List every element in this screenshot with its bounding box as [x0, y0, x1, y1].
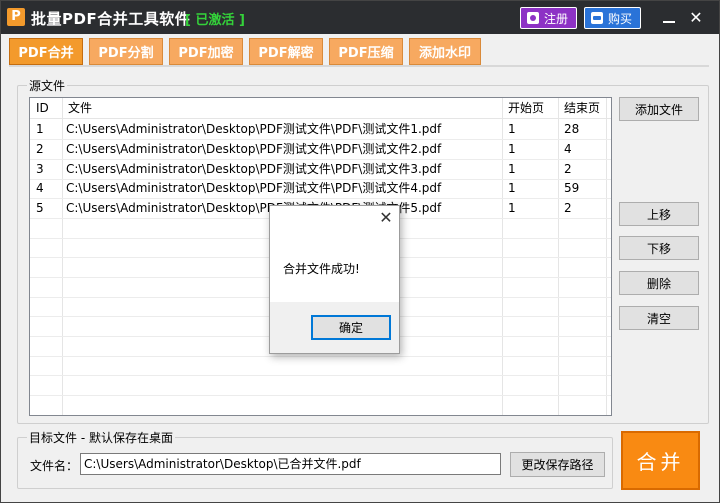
tab-pdf-encrypt[interactable]: PDF加密 — [169, 38, 243, 65]
app-title: 批量PDF合并工具软件 — [31, 10, 191, 28]
buy-button[interactable]: 购买 — [584, 7, 641, 29]
change-save-path-button[interactable]: 更改保存路径 — [510, 452, 605, 477]
row-end-page[interactable]: 2 — [564, 160, 572, 180]
filename-label: 文件名： — [30, 459, 79, 473]
dialog-ok-button[interactable]: 确定 — [311, 315, 391, 340]
row-start-page[interactable]: 1 — [508, 179, 516, 199]
row-id: 4 — [36, 181, 44, 195]
register-label: 注册 — [544, 11, 569, 26]
source-group-label: 源文件 — [27, 77, 68, 94]
app-logo-icon: P — [7, 8, 25, 26]
clear-button[interactable]: 清空 — [619, 306, 699, 330]
row-id: 2 — [36, 142, 44, 156]
row-start-page[interactable]: 1 — [508, 140, 516, 160]
buy-label: 购买 — [608, 11, 633, 26]
row-id: 1 — [36, 122, 44, 136]
target-group-label: 目标文件 - 默认保存在桌面 — [27, 429, 175, 446]
tab-underline — [9, 65, 709, 67]
row-id: 5 — [36, 201, 44, 215]
delete-button[interactable]: 删除 — [619, 271, 699, 295]
column-header-file[interactable]: 文件 — [68, 99, 92, 119]
row-start-page[interactable]: 1 — [508, 160, 516, 180]
tab-pdf-split[interactable]: PDF分割 — [89, 38, 163, 65]
row-file-path: C:\Users\Administrator\Desktop\PDF测试文件\P… — [66, 122, 442, 136]
title-bar: P 批量PDF合并工具软件 [ 已激活 ] 注册 购买 ✕ — [1, 1, 719, 34]
merge-button[interactable]: 合并 — [621, 431, 700, 490]
column-header-id[interactable]: ID — [36, 99, 49, 119]
row-end-page[interactable]: 2 — [564, 199, 572, 219]
move-up-button[interactable]: 上移 — [619, 202, 699, 226]
minimize-button[interactable] — [660, 9, 678, 27]
table-header: ID 文件 开始页 结束页 — [30, 98, 611, 119]
activation-status: [ 已激活 ] — [185, 13, 245, 28]
tab-pdf-compress[interactable]: PDF压缩 — [329, 38, 403, 65]
app-window: P 批量PDF合并工具软件 [ 已激活 ] 注册 购买 ✕ PDF合并 PDF分… — [0, 0, 720, 503]
row-end-page[interactable]: 59 — [564, 179, 579, 199]
tab-add-watermark[interactable]: 添加水印 — [409, 38, 481, 65]
tab-bar: PDF合并 PDF分割 PDF加密 PDF解密 PDF压缩 添加水印 — [9, 38, 481, 65]
row-start-page[interactable]: 1 — [508, 199, 516, 219]
register-icon — [527, 12, 539, 24]
column-header-end-page[interactable]: 结束页 — [564, 99, 600, 119]
column-header-start-page[interactable]: 开始页 — [508, 99, 544, 119]
row-end-page[interactable]: 28 — [564, 120, 579, 140]
row-start-page[interactable]: 1 — [508, 120, 516, 140]
row-divider — [30, 356, 611, 357]
row-divider — [30, 375, 611, 376]
close-icon: ✕ — [689, 8, 703, 27]
tab-pdf-decrypt[interactable]: PDF解密 — [249, 38, 323, 65]
row-id: 3 — [36, 162, 44, 176]
tab-pdf-merge[interactable]: PDF合并 — [9, 38, 83, 65]
success-dialog: ✕ 合并文件成功! 确定 — [269, 205, 400, 354]
row-file-path: C:\Users\Administrator\Desktop\PDF测试文件\P… — [66, 181, 442, 195]
dialog-close-icon[interactable]: ✕ — [378, 210, 394, 226]
close-button[interactable]: ✕ — [687, 9, 705, 27]
row-end-page[interactable]: 4 — [564, 140, 572, 160]
move-down-button[interactable]: 下移 — [619, 236, 699, 260]
cart-icon — [591, 12, 603, 24]
row-file-path: C:\Users\Administrator\Desktop\PDF测试文件\P… — [66, 162, 442, 176]
add-file-button[interactable]: 添加文件 — [619, 97, 699, 121]
filename-input[interactable]: C:\Users\Administrator\Desktop\已合并文件.pdf — [80, 453, 501, 475]
row-file-path: C:\Users\Administrator\Desktop\PDF测试文件\P… — [66, 142, 442, 156]
register-button[interactable]: 注册 — [520, 7, 577, 29]
row-divider — [30, 395, 611, 396]
dialog-message: 合并文件成功! — [283, 262, 360, 276]
